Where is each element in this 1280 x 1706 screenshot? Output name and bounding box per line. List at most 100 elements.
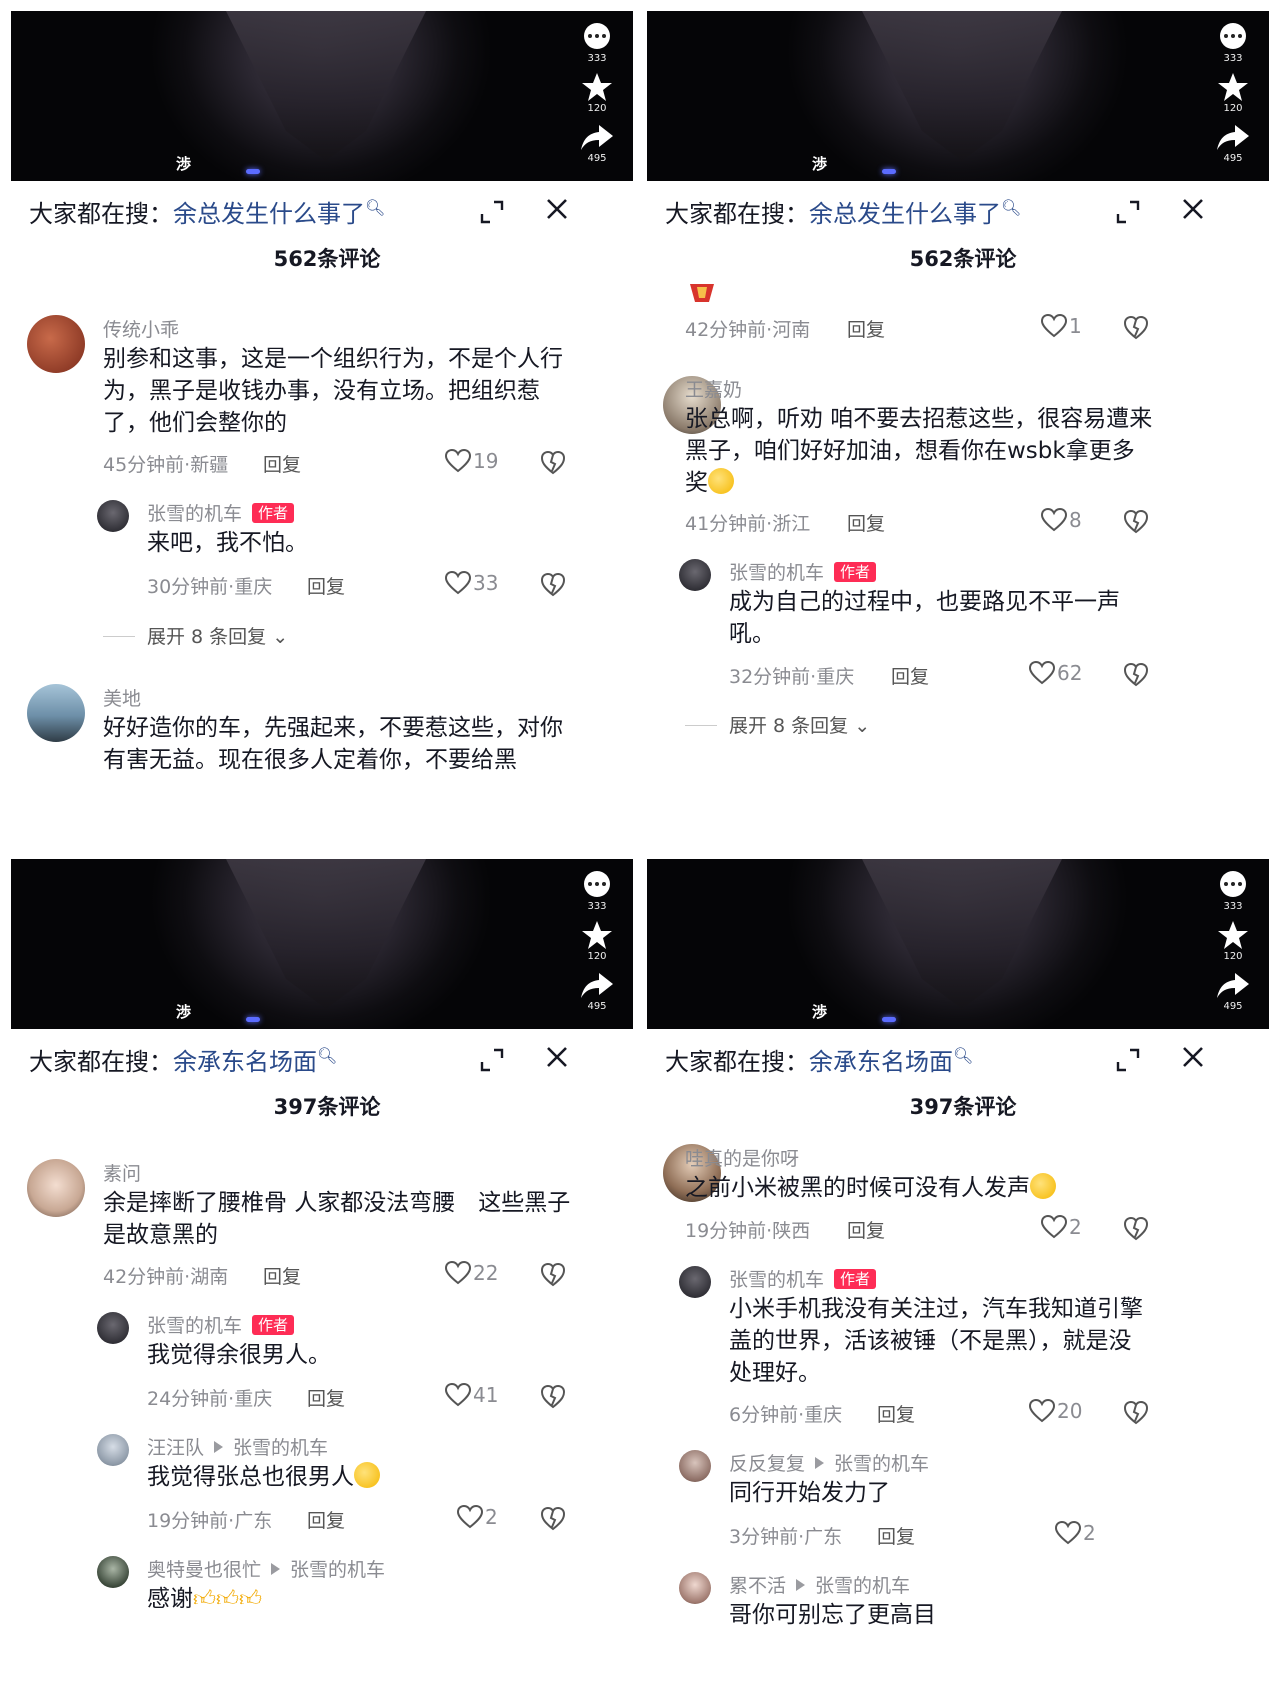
like-button[interactable]: 19	[444, 448, 498, 473]
like-button[interactable]: 8	[1040, 507, 1082, 532]
dislike-icon[interactable]	[1123, 315, 1149, 341]
like-button[interactable]: 41	[444, 1382, 498, 1407]
expand-icon[interactable]	[1115, 199, 1141, 225]
reply-button[interactable]: 回复	[847, 315, 885, 342]
like-count: 2	[1069, 1215, 1082, 1239]
dislike-icon[interactable]	[540, 1384, 566, 1410]
dislike-icon[interactable]	[540, 1262, 566, 1288]
comment-username[interactable]: 传统小乖	[103, 315, 179, 342]
search-suggestion[interactable]: 大家都在搜：余总发生什么事了🔍︎	[29, 191, 385, 231]
close-icon[interactable]	[543, 1043, 571, 1071]
search-term[interactable]: 余承东名场面	[173, 1048, 317, 1076]
comment-username[interactable]: 张雪的机车 作者	[729, 1265, 877, 1292]
comment-icon[interactable]	[577, 21, 617, 53]
comment-username[interactable]: 素问	[103, 1159, 141, 1186]
like-button[interactable]: 33	[444, 570, 498, 595]
reply-button[interactable]: 回复	[263, 1262, 301, 1289]
comment-icon[interactable]	[1213, 869, 1253, 901]
avatar[interactable]	[97, 500, 129, 532]
reply-button[interactable]: 回复	[847, 509, 885, 536]
star-icon[interactable]	[577, 919, 617, 951]
comment-username[interactable]: 王嘉奶	[685, 375, 742, 402]
expand-replies-button[interactable]: 展开 8 条回复 ⌄	[685, 711, 870, 738]
avatar[interactable]	[27, 315, 85, 373]
search-term[interactable]: 余总发生什么事了	[173, 200, 365, 228]
reply-button[interactable]: 回复	[891, 662, 929, 689]
expand-icon[interactable]	[479, 1047, 505, 1073]
reply-to-user[interactable]: 张雪的机车	[834, 1453, 929, 1475]
reply-to-user[interactable]: 张雪的机车	[815, 1575, 910, 1597]
close-icon[interactable]	[1179, 195, 1207, 223]
comment-count: 333	[1223, 53, 1243, 64]
dislike-icon[interactable]	[1123, 1400, 1149, 1426]
search-icon: 🔍︎	[365, 198, 386, 217]
avatar[interactable]	[679, 1572, 711, 1604]
comment-username[interactable]: 哇真的是你呀	[685, 1144, 799, 1171]
share-icon[interactable]	[1213, 969, 1253, 1001]
star-icon[interactable]	[1213, 71, 1253, 103]
search-term[interactable]: 余总发生什么事了	[809, 200, 1001, 228]
avatar[interactable]	[27, 1159, 85, 1217]
comment-username[interactable]: 张雪的机车 作者	[729, 558, 877, 585]
avatar[interactable]	[679, 559, 711, 591]
video-preview[interactable]: 渉 333 120 495	[11, 11, 633, 181]
comment-icon[interactable]	[1213, 21, 1253, 53]
video-preview[interactable]: 渉 333 120 495	[11, 859, 633, 1029]
heart-icon	[1028, 1398, 1056, 1423]
dislike-icon[interactable]	[540, 572, 566, 598]
reply-button[interactable]: 回复	[877, 1400, 915, 1427]
reply-button[interactable]: 回复	[877, 1522, 915, 1549]
dislike-icon[interactable]	[540, 450, 566, 476]
expand-icon[interactable]	[479, 199, 505, 225]
close-icon[interactable]	[1179, 1043, 1207, 1071]
comment-username[interactable]: 反反复复 张雪的机车	[729, 1449, 929, 1476]
comment-username[interactable]: 张雪的机车 作者	[147, 499, 295, 526]
comment-text: 张总啊，听劝 咱不要去招惹这些，很容易遭来黑子，咱们好好加油，想看你在wsbk拿…	[685, 403, 1155, 499]
like-button[interactable]: 22	[444, 1260, 498, 1285]
reply-button[interactable]: 回复	[307, 1384, 345, 1411]
comment-username[interactable]: 美地	[103, 684, 141, 711]
search-suggestion[interactable]: 大家都在搜：余承东名场面🔍︎	[29, 1039, 337, 1079]
like-button[interactable]: 62	[1028, 660, 1082, 685]
like-button[interactable]: 2	[1040, 1214, 1082, 1239]
reply-to-user[interactable]: 张雪的机车	[233, 1437, 328, 1459]
comment-username[interactable]: 张雪的机车 作者	[147, 1311, 295, 1338]
avatar[interactable]	[97, 1556, 129, 1588]
reply-to-user[interactable]: 张雪的机车	[290, 1559, 385, 1581]
reply-button[interactable]: 回复	[307, 1506, 345, 1533]
share-icon[interactable]	[577, 969, 617, 1001]
like-button[interactable]: 20	[1028, 1398, 1082, 1423]
comment-icon[interactable]	[577, 869, 617, 901]
star-icon[interactable]	[1213, 919, 1253, 951]
star-icon[interactable]	[577, 71, 617, 103]
reply-button[interactable]: 回复	[263, 450, 301, 477]
dislike-icon[interactable]	[1123, 1216, 1149, 1242]
comment-username[interactable]: 累不活 张雪的机车	[729, 1571, 910, 1598]
dislike-icon[interactable]	[540, 1506, 566, 1532]
comment-username[interactable]: 奥特曼也很忙 张雪的机车	[147, 1555, 385, 1582]
avatar[interactable]	[97, 1434, 129, 1466]
avatar[interactable]	[27, 684, 85, 742]
comment-count: 333	[587, 53, 607, 64]
share-icon[interactable]	[577, 121, 617, 153]
dislike-icon[interactable]	[1123, 662, 1149, 688]
reply-button[interactable]: 回复	[847, 1216, 885, 1243]
avatar[interactable]	[679, 1266, 711, 1298]
video-preview[interactable]: 渉 333 120 495	[647, 859, 1269, 1029]
search-term[interactable]: 余承东名场面	[809, 1048, 953, 1076]
avatar[interactable]	[679, 1450, 711, 1482]
close-icon[interactable]	[543, 195, 571, 223]
reply-button[interactable]: 回复	[307, 572, 345, 599]
expand-replies-button[interactable]: 展开 8 条回复 ⌄	[103, 622, 288, 649]
video-preview[interactable]: 渉 333 120 495	[647, 11, 1269, 181]
avatar[interactable]	[97, 1312, 129, 1344]
search-suggestion[interactable]: 大家都在搜：余承东名场面🔍︎	[665, 1039, 973, 1079]
expand-icon[interactable]	[1115, 1047, 1141, 1073]
search-suggestion[interactable]: 大家都在搜：余总发生什么事了🔍︎	[665, 191, 1021, 231]
dislike-icon[interactable]	[1123, 509, 1149, 535]
like-button[interactable]: 2	[1054, 1520, 1096, 1545]
like-button[interactable]: 2	[456, 1504, 498, 1529]
share-icon[interactable]	[1213, 121, 1253, 153]
comment-username[interactable]: 汪汪队 张雪的机车	[147, 1433, 328, 1460]
like-button[interactable]: 1	[1040, 313, 1082, 338]
